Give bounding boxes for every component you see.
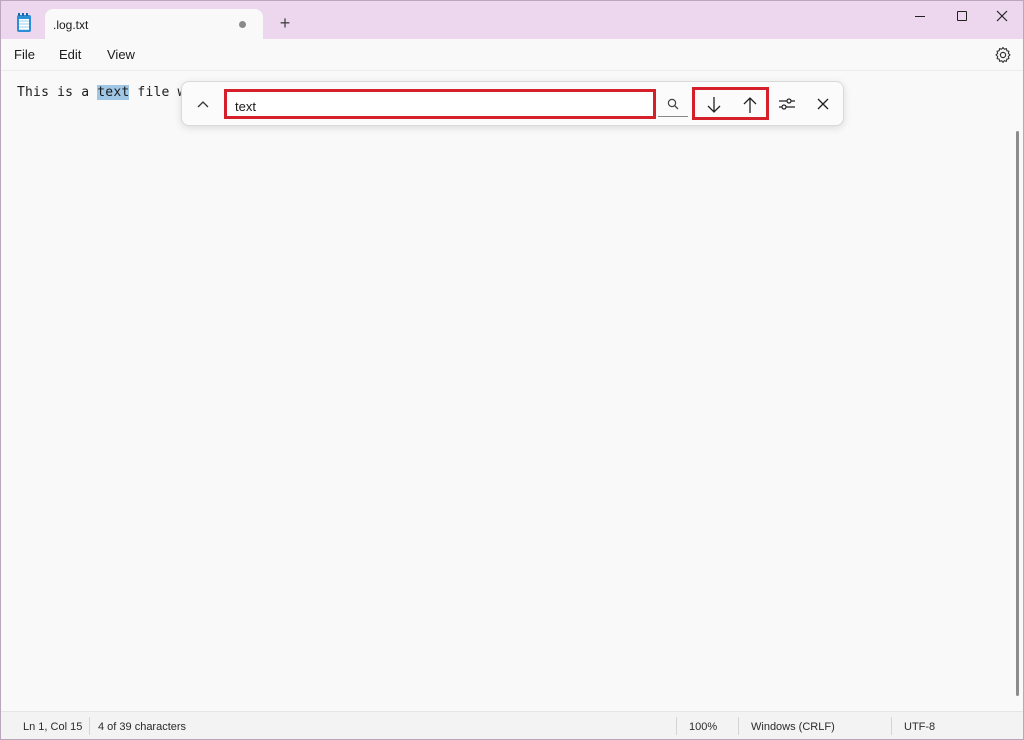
close-window-button[interactable] [979, 1, 1024, 31]
minimize-icon [915, 15, 925, 17]
menu-bar: File Edit View [1, 39, 1023, 71]
sliders-icon [779, 98, 795, 110]
status-divider [738, 717, 739, 735]
new-tab-button[interactable]: + [277, 14, 293, 32]
find-navigation-group [692, 87, 769, 120]
search-match-highlight: text [97, 85, 130, 100]
close-icon [996, 10, 1008, 22]
menu-view[interactable]: View [107, 47, 135, 62]
minimize-button[interactable] [897, 1, 943, 31]
vertical-scrollbar[interactable] [1016, 131, 1019, 696]
editor-content: This is a text file wri [17, 85, 202, 100]
find-next-button[interactable] [699, 93, 729, 117]
status-divider [676, 717, 677, 735]
notepad-window: .log.txt + File Edit View This is a text… [0, 0, 1024, 740]
collapse-find-button[interactable] [192, 93, 214, 115]
status-divider [89, 717, 90, 735]
title-bar: .log.txt + [1, 1, 1024, 40]
cursor-position: Ln 1, Col 15 [23, 721, 83, 733]
tab-title: .log.txt [53, 18, 89, 32]
line-ending[interactable]: Windows (CRLF) [751, 721, 835, 733]
status-divider [891, 717, 892, 735]
close-icon [817, 98, 829, 110]
chevron-up-icon [197, 101, 209, 108]
zoom-level[interactable]: 100% [689, 721, 717, 733]
close-find-button[interactable] [810, 92, 836, 116]
menu-edit[interactable]: Edit [59, 47, 81, 62]
arrow-down-icon [707, 97, 721, 113]
find-previous-button[interactable] [735, 93, 765, 117]
menu-file[interactable]: File [14, 47, 35, 62]
character-count: 4 of 39 characters [98, 721, 187, 733]
notepad-app-icon [17, 13, 31, 32]
find-panel [181, 81, 844, 126]
find-options-button[interactable] [774, 92, 800, 116]
gear-icon[interactable] [994, 46, 1012, 64]
search-icon [667, 98, 679, 109]
tab-log-txt[interactable]: .log.txt [45, 9, 263, 40]
arrow-up-icon [743, 97, 757, 113]
editor-text-before: This is a [17, 85, 98, 100]
maximize-icon [957, 11, 967, 21]
find-search-button[interactable] [658, 91, 688, 117]
unsaved-dot-icon[interactable] [239, 21, 246, 28]
text-editor[interactable]: This is a text file wri [1, 71, 1023, 711]
encoding[interactable]: UTF-8 [904, 721, 935, 733]
find-input-box [224, 89, 656, 119]
status-bar: Ln 1, Col 15 4 of 39 characters 100% Win… [1, 711, 1023, 739]
find-input[interactable] [235, 97, 635, 115]
